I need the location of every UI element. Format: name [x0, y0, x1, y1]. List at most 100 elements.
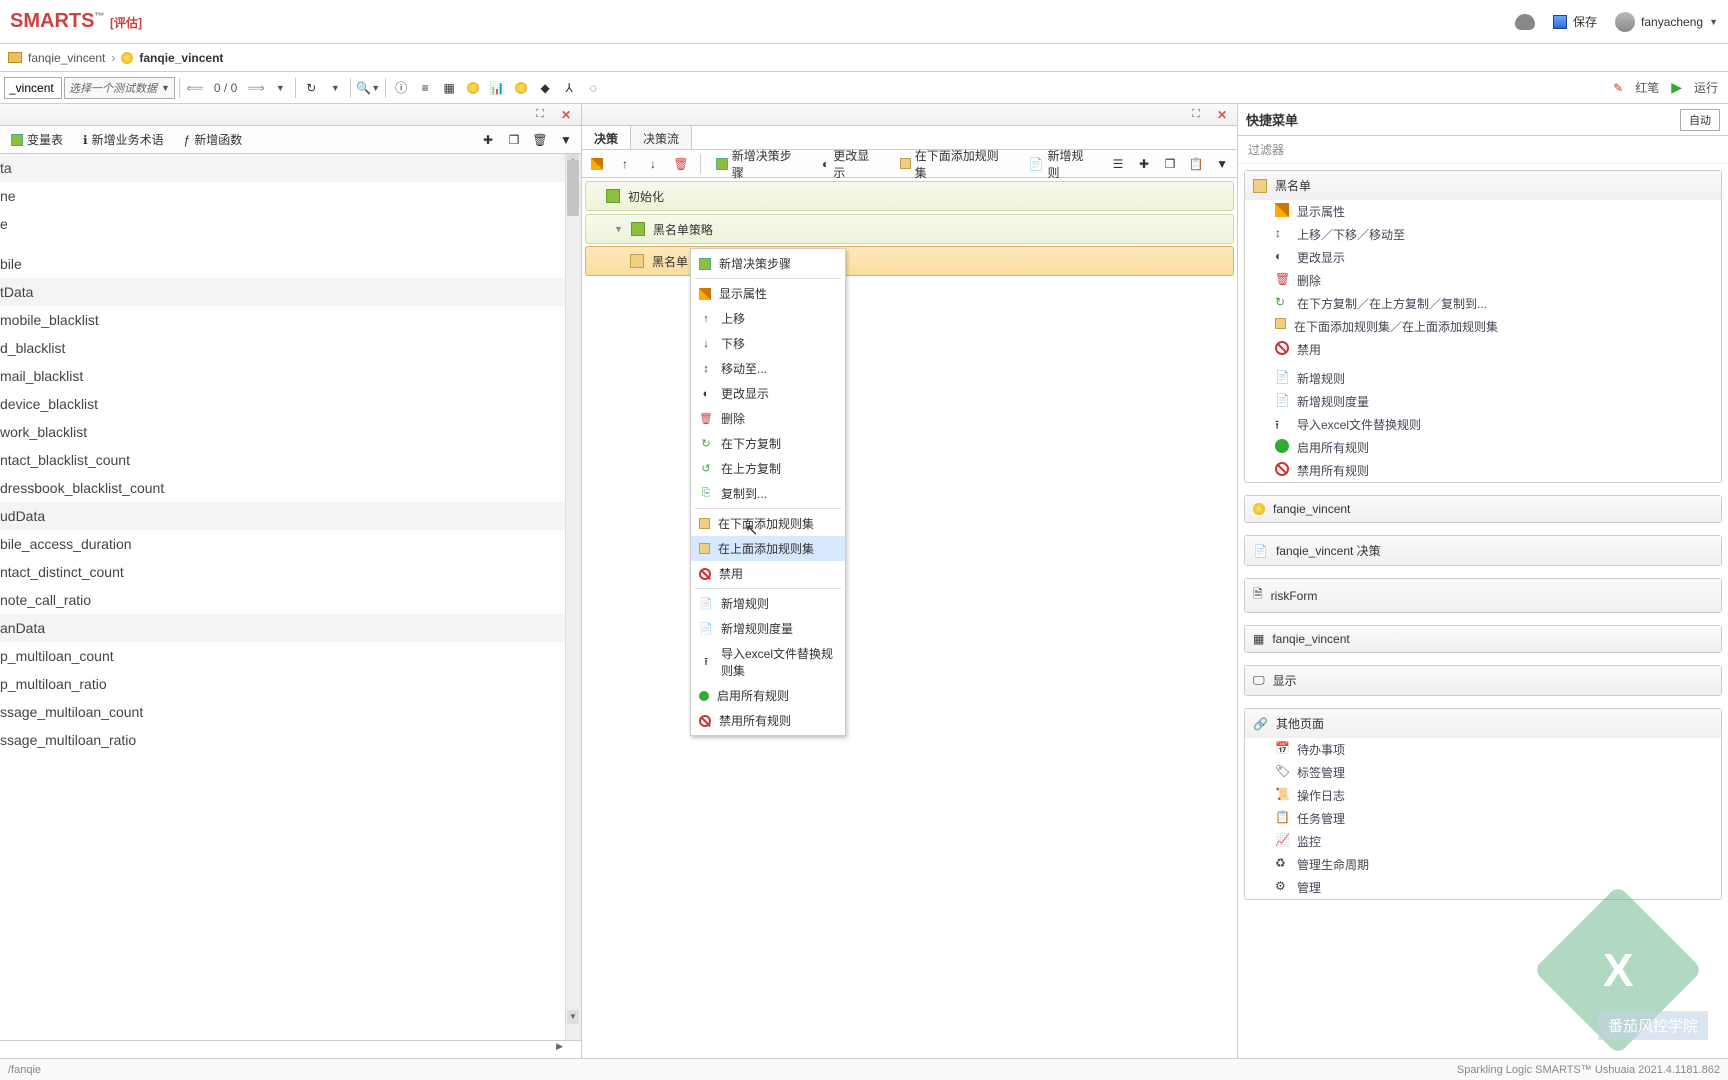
other-task[interactable]: 📋任务管理 — [1245, 807, 1721, 830]
copy-icon[interactable]: ❐ — [503, 129, 525, 151]
quick-block-decision[interactable]: 📄fanqie_vincent 决策 — [1244, 535, 1722, 566]
redpen-button[interactable]: 红笔 — [1629, 79, 1665, 96]
tree-item[interactable]: ntact_distinct_count — [0, 558, 581, 586]
tree-item[interactable]: mobile_blacklist — [0, 306, 581, 334]
expand-icon[interactable]: ⛶ — [529, 104, 551, 126]
tree-item[interactable]: anData — [0, 614, 581, 642]
ctx-copy-to[interactable]: ⎘复制到... — [691, 481, 845, 506]
copy-icon[interactable]: ❐ — [1159, 153, 1181, 175]
ctx-enable-all[interactable]: 启用所有规则 — [691, 683, 845, 708]
block-head[interactable]: 黑名单 — [1245, 171, 1721, 200]
dropdown-button2[interactable]: ▼ — [324, 77, 346, 99]
decision-node-selected[interactable]: 黑名单 — [585, 246, 1234, 276]
tree-item[interactable]: bile — [0, 250, 581, 278]
scroll-thumb[interactable] — [567, 160, 579, 216]
tree-item[interactable]: work_blacklist — [0, 418, 581, 446]
quick-delete[interactable]: 🗑删除 — [1245, 269, 1721, 292]
close-icon[interactable]: ✕ — [555, 104, 577, 126]
quick-block-project[interactable]: fanqie_vincent — [1244, 495, 1722, 523]
var-tree[interactable]: taneebiletDatamobile_blacklistd_blacklis… — [0, 154, 581, 1040]
add-func-button[interactable]: ƒ新增函数 — [177, 128, 250, 151]
other-monitor[interactable]: 📈监控 — [1245, 830, 1721, 853]
tree-item[interactable]: p_multiloan_count — [0, 642, 581, 670]
up-icon[interactable]: ↑ — [614, 153, 636, 175]
ctx-change-disp[interactable]: ◐更改显示 — [691, 381, 845, 406]
other-mgr[interactable]: ⚙管理 — [1245, 876, 1721, 899]
ctx-add-ruleset-below[interactable]: 在下面添加规则集 — [691, 511, 845, 536]
ctx-new-step[interactable]: 新增决策步骤 — [691, 251, 845, 276]
tool-icon1[interactable]: ▦ — [438, 77, 460, 99]
ctx-copy-above[interactable]: ↺在上方复制 — [691, 456, 845, 481]
save-button[interactable]: 保存 — [1553, 13, 1597, 30]
quick-move[interactable]: ↕上移／下移／移动至 — [1245, 223, 1721, 246]
delete-icon[interactable]: 🗑 — [529, 129, 551, 151]
tree-item[interactable]: ssage_multiloan_ratio — [0, 726, 581, 754]
quick-import-excel[interactable]: ⭱导入excel文件替换规则 — [1245, 413, 1721, 436]
decision-node[interactable]: 初始化 — [585, 181, 1234, 211]
quick-disable-all[interactable]: 禁用所有规则 — [1245, 459, 1721, 482]
ctx-new-rule-var[interactable]: 📄新增规则度量 — [691, 616, 845, 641]
other-tag[interactable]: 🏷标签管理 — [1245, 761, 1721, 784]
tree-item[interactable]: udData — [0, 502, 581, 530]
ctx-disable[interactable]: 禁用 — [691, 561, 845, 586]
run-button[interactable]: 运行 — [1688, 79, 1724, 96]
tree-item[interactable]: dressbook_blacklist_count — [0, 474, 581, 502]
test-data-select[interactable]: 选择一个测试数据 ▼ — [64, 77, 175, 99]
tree-item[interactable]: bile_access_duration — [0, 530, 581, 558]
ctx-copy-below[interactable]: ↻在下方复制 — [691, 431, 845, 456]
down-icon[interactable]: ↓ — [642, 153, 664, 175]
add-icon[interactable]: ✚ — [1133, 153, 1155, 175]
user-menu[interactable]: fanyacheng ▼ — [1615, 12, 1718, 32]
tree-item[interactable]: tData — [0, 278, 581, 306]
breadcrumb-item-active[interactable]: fanqie_vincent — [139, 51, 223, 65]
breadcrumb-item[interactable]: fanqie_vincent — [28, 51, 105, 65]
info-icon[interactable]: ⓘ — [390, 77, 412, 99]
filter-icon[interactable]: ▼ — [1211, 153, 1233, 175]
tab-decision[interactable]: 决策 — [582, 126, 631, 149]
tree-item[interactable]: ta — [0, 154, 581, 182]
auto-button[interactable]: 自动 — [1680, 109, 1720, 131]
prev-button[interactable]: ⟸ — [184, 77, 206, 99]
quick-add-ruleset[interactable]: 在下面添加规则集／在上面添加规则集 — [1245, 315, 1721, 338]
quick-new-rule-var[interactable]: 📄新增规则度量 — [1245, 390, 1721, 413]
tree-item[interactable]: note_call_ratio — [0, 586, 581, 614]
next-button[interactable]: ⟹ — [245, 77, 267, 99]
tree-item[interactable]: device_blacklist — [0, 390, 581, 418]
edit-icon[interactable] — [586, 153, 608, 175]
tree-item[interactable]: ssage_multiloan_count — [0, 698, 581, 726]
scrollbar[interactable]: ▲ ▼ — [565, 154, 581, 1040]
tree-item[interactable]: mail_blacklist — [0, 362, 581, 390]
ctx-delete[interactable]: 🗑删除 — [691, 406, 845, 431]
ctx-new-rule[interactable]: 📄新增规则 — [691, 591, 845, 616]
scroll-down-icon[interactable]: ▼ — [567, 1010, 579, 1024]
quick-block-display[interactable]: 🖵显示 — [1244, 665, 1722, 696]
quick-change-disp[interactable]: ◐更改显示 — [1245, 246, 1721, 269]
quick-new-rule[interactable]: 📄新增规则 — [1245, 367, 1721, 390]
hscroll[interactable]: ▶ — [0, 1040, 581, 1058]
bulb-icon2[interactable] — [510, 77, 532, 99]
paste-icon[interactable]: 📋 — [1185, 153, 1207, 175]
ctx-import-excel[interactable]: ⭱导入excel文件替换规则集 — [691, 641, 845, 683]
search-button[interactable]: 🔍▼ — [355, 77, 381, 99]
collapse-icon[interactable]: ▼ — [614, 224, 623, 234]
quick-block-project2[interactable]: ▦fanqie_vincent — [1244, 625, 1722, 653]
cloud-icon[interactable] — [1515, 14, 1535, 30]
quick-show-attr[interactable]: 显示属性 — [1245, 200, 1721, 223]
close-icon[interactable]: ✕ — [1211, 104, 1233, 126]
other-lifecycle[interactable]: ♻管理生命周期 — [1245, 853, 1721, 876]
quick-block-riskform[interactable]: 🗎riskForm — [1244, 578, 1722, 613]
list-icon[interactable]: ☰ — [1107, 153, 1129, 175]
quick-copy[interactable]: ↻在下方复制／在上方复制／复制到... — [1245, 292, 1721, 315]
add-bizrule-button[interactable]: ℹ新增业务术语 — [76, 128, 171, 151]
tree-item[interactable]: e — [0, 210, 581, 238]
ctx-move-up[interactable]: ↑上移 — [691, 306, 845, 331]
tree-item[interactable]: ntact_blacklist_count — [0, 446, 581, 474]
expand-icon[interactable]: ⛶ — [1185, 104, 1207, 126]
context-input[interactable] — [4, 77, 62, 99]
quick-enable-all[interactable]: 启用所有规则 — [1245, 436, 1721, 459]
dropdown-button[interactable]: ▼ — [269, 77, 291, 99]
ctx-move-down[interactable]: ↓下移 — [691, 331, 845, 356]
trash-icon[interactable]: 🗑 — [670, 153, 692, 175]
tab-decision-flow[interactable]: 决策流 — [631, 126, 692, 149]
tree-item[interactable]: ne — [0, 182, 581, 210]
